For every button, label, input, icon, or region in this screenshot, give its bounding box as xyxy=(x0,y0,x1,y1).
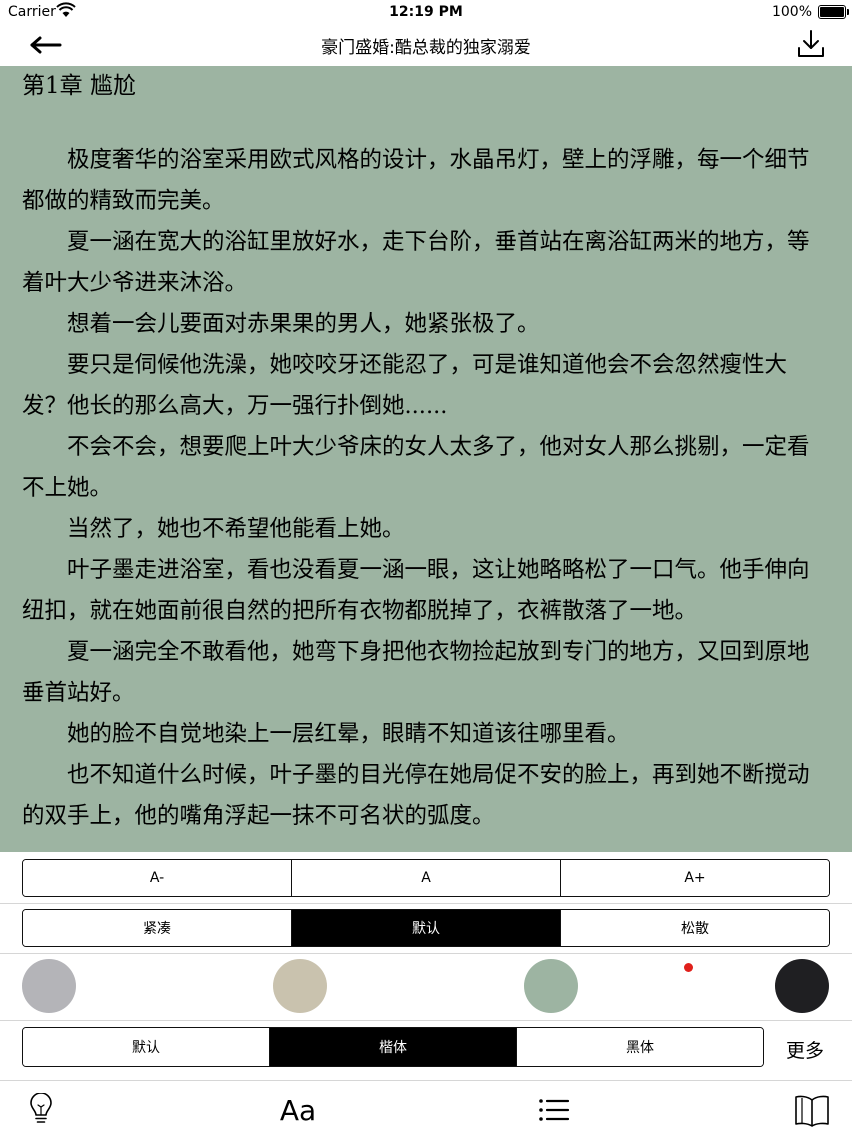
divider xyxy=(0,903,852,904)
selected-theme-indicator xyxy=(684,963,693,972)
theme-swatch-dark[interactable] xyxy=(775,959,829,1013)
status-bar: Carrier 12:19 PM 100% xyxy=(0,0,852,24)
theme-swatch-beige[interactable] xyxy=(273,959,327,1013)
download-icon[interactable] xyxy=(796,28,826,60)
bottom-toolbar: Aa xyxy=(0,1080,852,1136)
font-kaiti-option[interactable]: 楷体 xyxy=(269,1028,516,1066)
paragraph: 想着一会儿要面对赤果果的男人，她紧张极了。 xyxy=(67,311,540,337)
paragraph: 不会不会，想要爬上叶大少爷床的女人太多了，他对女人那么挑剔，一定看不上她。 xyxy=(22,434,810,501)
decrease-font-button[interactable]: A- xyxy=(23,860,291,896)
paragraph: 夏一涵完全不敢看他，她弯下身把他衣物捡起放到专门的地方，又回到原地垂首站好。 xyxy=(22,639,810,706)
divider xyxy=(0,1020,852,1021)
reading-area[interactable]: 第1章 尴尬 极度奢华的浴室采用欧式风格的设计，水晶吊灯，壁上的浮雕，每一个细节… xyxy=(0,66,852,852)
line-spacing-control: 紧凑 默认 松散 xyxy=(22,909,830,947)
paragraph: 夏一涵在宽大的浴缸里放好水，走下台阶，垂首站在离浴缸两米的地方，等着叶大少爷进来… xyxy=(22,229,810,296)
book-icon[interactable] xyxy=(792,1089,832,1131)
more-fonts-button[interactable]: 更多 xyxy=(786,1036,824,1063)
default-font-size-button[interactable]: A xyxy=(291,860,560,896)
chapter-text: 极度奢华的浴室采用欧式风格的设计，水晶吊灯，壁上的浮雕，每一个细节都做的精致而完… xyxy=(22,140,830,837)
font-default-option[interactable]: 默认 xyxy=(23,1028,269,1066)
font-heiti-option[interactable]: 黑体 xyxy=(516,1028,763,1066)
paragraph: 她的脸不自觉地染上一层红晕，眼睛不知道该往哪里看。 xyxy=(67,721,630,747)
table-of-contents-icon[interactable] xyxy=(536,1089,572,1131)
divider xyxy=(0,953,852,954)
increase-font-button[interactable]: A+ xyxy=(560,860,829,896)
battery-icon xyxy=(818,5,849,19)
chapter-title: 第1章 尴尬 xyxy=(22,73,136,99)
paragraph: 也不知道什么时候，叶子墨的目光停在她局促不安的脸上，再到她不断搅动的双手上，他的… xyxy=(22,762,810,829)
book-title: 豪门盛婚:酷总裁的独家溺爱 xyxy=(321,38,531,58)
lightbulb-icon[interactable] xyxy=(26,1089,56,1131)
spacing-loose-option[interactable]: 松散 xyxy=(560,910,829,946)
paragraph: 叶子墨走进浴室，看也没看夏一涵一眼，这让她略略松了一口气。他手伸向纽扣，就在她面… xyxy=(22,557,810,624)
battery-percentage: 100% xyxy=(771,4,812,20)
theme-swatch-gray[interactable] xyxy=(22,959,76,1013)
paragraph: 极度奢华的浴室采用欧式风格的设计，水晶吊灯，壁上的浮雕，每一个细节都做的精致而完… xyxy=(22,147,810,214)
spacing-default-option[interactable]: 默认 xyxy=(291,910,560,946)
font-size-control: A- A A+ xyxy=(22,859,830,897)
theme-swatch-green[interactable] xyxy=(524,959,578,1013)
status-time: 12:19 PM xyxy=(389,4,463,20)
spacing-compact-option[interactable]: 紧凑 xyxy=(23,910,291,946)
paragraph: 要只是伺候他洗澡，她咬咬牙还能忍了，可是谁知道他会不会忽然瘦性大发？他长的那么高… xyxy=(22,352,788,419)
paragraph: 当然了，她也不希望他能看上她。 xyxy=(67,516,405,542)
font-family-control: 默认 楷体 黑体 xyxy=(22,1027,764,1067)
font-settings-icon[interactable]: Aa xyxy=(272,1089,324,1131)
navigation-bar: 豪门盛婚:酷总裁的独家溺爱 xyxy=(0,24,852,66)
